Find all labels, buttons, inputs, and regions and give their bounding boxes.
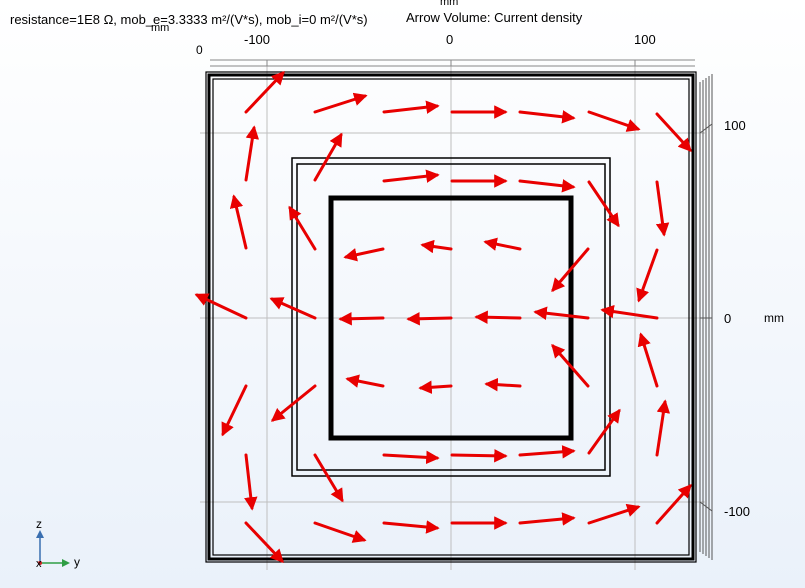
top-axis-label: mm — [151, 22, 169, 34]
triad-y-label: y — [74, 555, 80, 569]
top-axis-unit-label: mm — [440, 0, 458, 8]
plot-canvas[interactable]: resistance=1E8 Ω, mob_e=3.3333 m²/(V*s),… — [0, 0, 805, 588]
plot-title-expression: Arrow Volume: Current density — [406, 10, 583, 25]
right-tick-neg100: -100 — [724, 504, 750, 519]
top-tick-0: 0 — [446, 32, 453, 47]
plot-title-parameters: resistance=1E8 Ω, mob_e=3.3333 m²/(V*s),… — [10, 12, 368, 27]
top-tick-100: 100 — [634, 32, 656, 47]
left-zero-label: 0 — [196, 43, 203, 57]
triad-z-label: z — [36, 517, 42, 531]
right-tick-100: 100 — [724, 118, 746, 133]
right-axis-unit-label: mm — [764, 311, 784, 325]
right-tick-0: 0 — [724, 311, 731, 326]
plot-background — [0, 0, 805, 588]
triad-x-label: x — [36, 558, 42, 570]
top-tick-neg100: -100 — [244, 32, 270, 47]
